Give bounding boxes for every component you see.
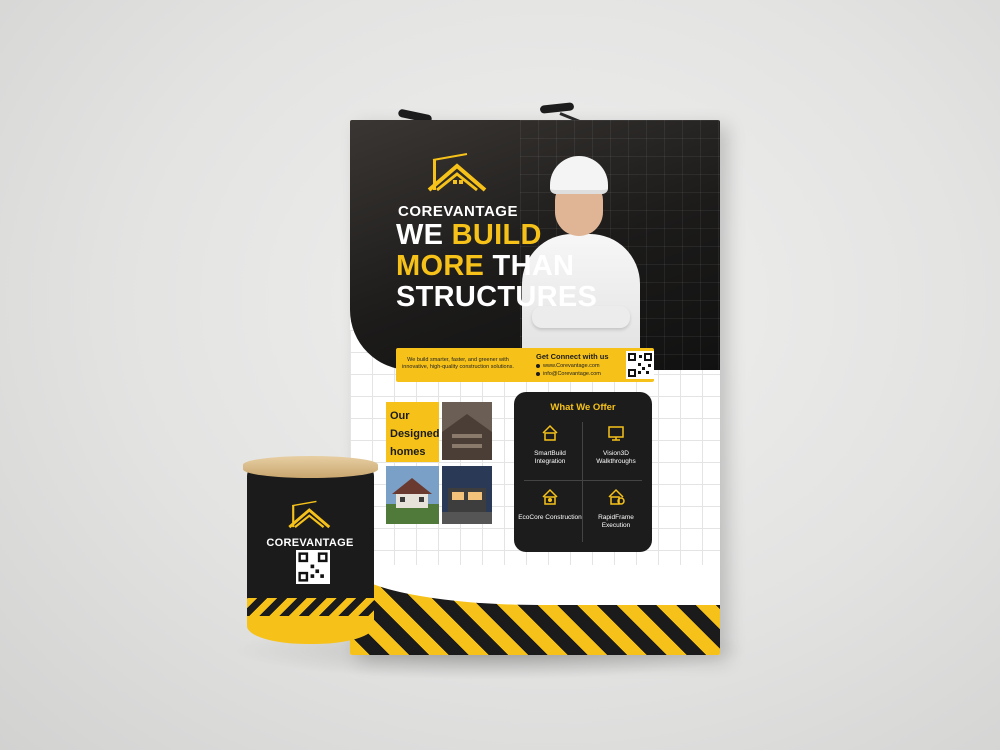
house-crane-logo-icon [427, 153, 487, 192]
service-rapidframe: RapidFrame Execution [584, 488, 648, 530]
rapid-frame-icon [608, 488, 625, 505]
headline-highlight: BUILD [451, 219, 542, 251]
what-we-offer-panel: What We Offer SmartBuild Integration Vis… [514, 392, 652, 552]
divider [524, 480, 642, 481]
service-label: Vision3D Walkthroughs [596, 450, 636, 465]
designed-text: Designed [390, 428, 440, 440]
qr-code-icon[interactable] [626, 351, 654, 379]
eco-house-icon [542, 488, 558, 505]
house-crane-logo-icon [288, 500, 331, 529]
brand-name: COREVANTAGE [398, 203, 518, 220]
service-label: EcoCore Construction [518, 514, 582, 521]
headline-word: WE [396, 219, 452, 251]
service-smartbuild: SmartBuild Integration [518, 424, 582, 466]
counter-wood-top [243, 456, 378, 478]
qr-code-icon[interactable] [296, 550, 330, 584]
headline: WE BUILD MORE THAN STRUCTURES [396, 220, 597, 313]
globe-icon [536, 363, 540, 368]
headline-word: THAN [484, 250, 575, 282]
email-link[interactable]: info@Corevantage.com [543, 371, 601, 377]
contact-block: Get Connect with us www.Corevantage.com … [536, 352, 620, 380]
home-photo-house [386, 466, 439, 524]
counter-logo: COREVANTAGE [250, 500, 370, 549]
service-ecocore: EcoCore Construction [518, 488, 582, 522]
contact-title: Get Connect with us [536, 352, 609, 361]
headline-word: STRUCTURES [396, 281, 598, 313]
home-photo-modern [442, 466, 492, 524]
popup-backdrop-banner: COREVANTAGE WE BUILD MORE THAN STRUCTURE… [350, 120, 720, 655]
home-photo-roof [442, 402, 492, 460]
counter-brand-name: COREVANTAGE [266, 537, 354, 549]
divider [582, 422, 583, 542]
service-label: SmartBuild Integration [534, 450, 566, 465]
headline-highlight: MORE [396, 250, 485, 282]
brand-logo: COREVANTAGE [398, 152, 518, 220]
info-bar: We build smarter, faster, and greener wi… [396, 348, 654, 382]
smart-house-icon [542, 424, 558, 441]
company-description: We build smarter, faster, and greener wi… [402, 357, 514, 370]
designed-text: Our [390, 410, 410, 422]
offer-title: What We Offer [550, 402, 616, 413]
service-label: RapidFrame Execution [598, 514, 634, 529]
designed-homes-label: Our Designed homes [386, 402, 440, 462]
monitor-3d-icon [608, 426, 624, 441]
website-link[interactable]: www.Corevantage.com [543, 363, 600, 369]
mail-icon [536, 371, 540, 376]
designed-text: homes [390, 446, 426, 458]
service-vision3d: Vision3D Walkthroughs [584, 424, 648, 466]
